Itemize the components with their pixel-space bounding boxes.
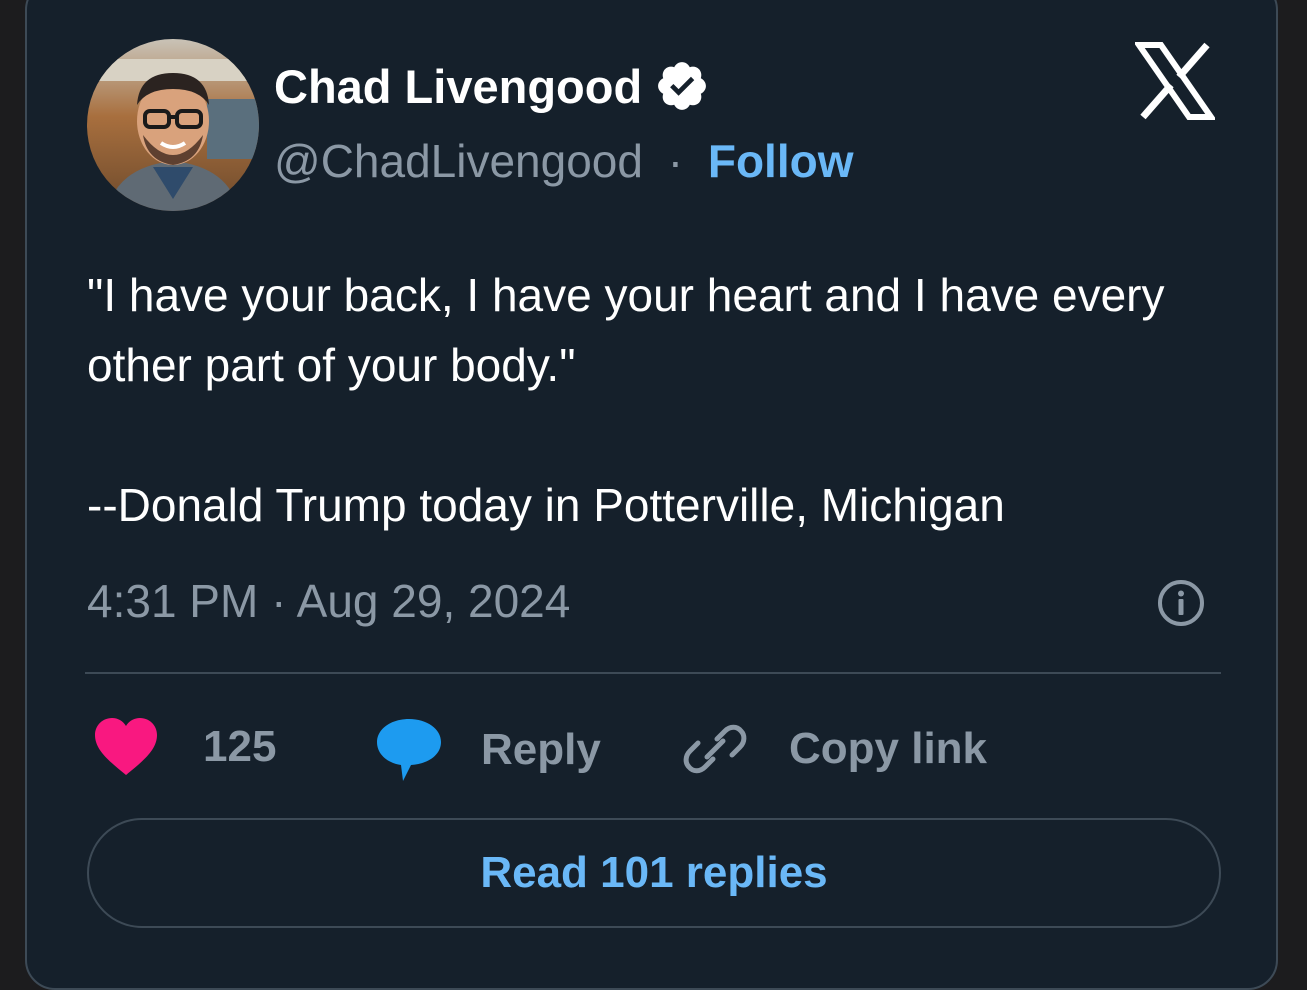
like-button[interactable]: 125 (93, 717, 276, 777)
tweet-timestamp[interactable]: 4:31 PM · Aug 29, 2024 (87, 578, 570, 624)
tweet-card: Chad Livengood @ChadLivengood · Follow "… (25, 0, 1278, 990)
author-handle-row: @ChadLivengood · Follow (274, 138, 854, 184)
likes-count: 125 (203, 722, 277, 771)
author-avatar[interactable] (87, 39, 259, 211)
x-logo-icon[interactable] (1135, 42, 1215, 120)
action-bar: 125 Reply Copy link (27, 717, 1276, 797)
reply-button[interactable]: Reply (375, 717, 601, 783)
tweet-body: "I have your back, I have your heart and… (87, 260, 1217, 540)
link-icon (683, 724, 747, 774)
copy-link-label: Copy link (789, 724, 988, 773)
reply-label: Reply (481, 725, 601, 774)
handle-separator: · (667, 135, 684, 187)
follow-button[interactable]: Follow (708, 135, 854, 187)
info-icon[interactable] (1157, 579, 1205, 627)
tweet-attribution: --Donald Trump today in Potterville, Mic… (87, 479, 1005, 531)
heart-icon (95, 718, 157, 775)
reply-bubble-icon (377, 719, 441, 781)
copy-link-button[interactable]: Copy link (683, 717, 987, 781)
author-name[interactable]: Chad Livengood (274, 58, 710, 114)
divider (85, 672, 1221, 674)
author-name-text: Chad Livengood (274, 59, 643, 113)
read-replies-button[interactable]: Read 101 replies (87, 818, 1221, 928)
author-handle[interactable]: @ChadLivengood (274, 135, 643, 187)
read-replies-label: Read 101 replies (480, 848, 828, 897)
tweet-quote: "I have your back, I have your heart and… (87, 269, 1165, 391)
verified-badge-icon (658, 62, 707, 110)
